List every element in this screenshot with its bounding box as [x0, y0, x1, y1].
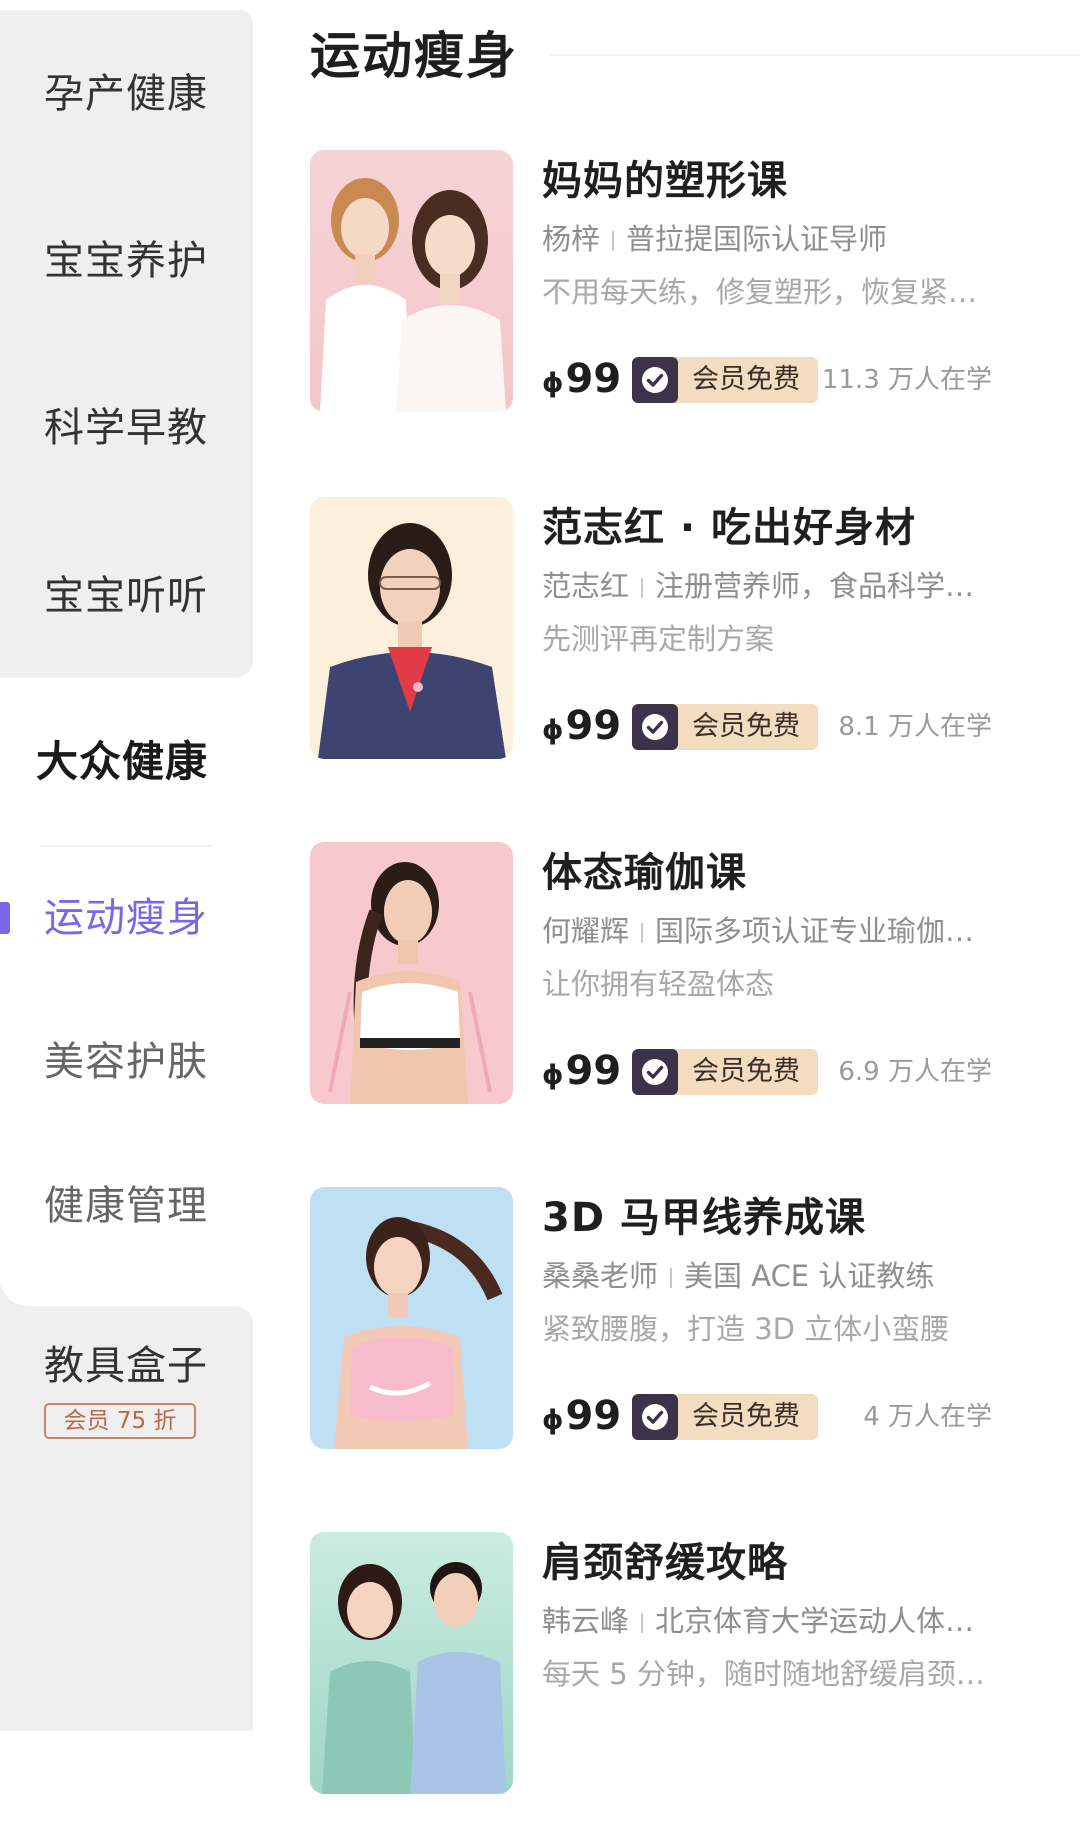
- check-badge-icon: [632, 1394, 678, 1440]
- page-title: 运动瘦身: [310, 27, 518, 85]
- price-value: 99: [565, 1048, 622, 1094]
- course-title: 妈妈的塑形课: [542, 158, 788, 204]
- course-credential: 北京体育大学运动人体…: [655, 1604, 975, 1638]
- course-price: ɸ99: [542, 1393, 621, 1444]
- sidebar-item-baby-care[interactable]: 宝宝养护: [44, 237, 208, 285]
- separator: [641, 923, 644, 943]
- course-thumbnail: [310, 1187, 513, 1449]
- course-teacher: 杨梓: [542, 222, 601, 256]
- course-thumbnail: [310, 1532, 513, 1794]
- course-teacher-line: 韩云峰 北京体育大学运动人体…: [542, 1602, 974, 1640]
- currency-symbol: ɸ: [542, 1060, 564, 1091]
- course-credential: 国际多项认证专业瑜伽…: [655, 914, 975, 948]
- member-free-tag: 会员免费: [632, 1049, 818, 1095]
- sidebar-active-group-bottom: [0, 1276, 253, 1306]
- course-credential: 普拉提国际认证导师: [626, 222, 888, 256]
- course-card[interactable]: 体态瑜伽课 何耀辉 国际多项认证专业瑜伽… 让你拥有轻盈体态 ɸ99 会员免费 6…: [310, 842, 1080, 1142]
- course-credential: 美国 ACE 认证教练: [684, 1259, 935, 1293]
- price-value: 99: [565, 1393, 622, 1439]
- category-sidebar: 孕产健康 宝宝养护 科学早教 宝宝听听 大众健康 运动瘦身 美容护肤 健康管理 …: [0, 0, 253, 1731]
- currency-symbol: ɸ: [542, 368, 564, 399]
- course-teacher-line: 范志红 注册营养师，食品科学…: [542, 567, 974, 605]
- learner-count: 6.9 万人在学: [838, 1057, 992, 1087]
- separator: [670, 1268, 673, 1288]
- member-free-label: 会员免费: [692, 711, 800, 742]
- course-teacher-line: 桑桑老师 美国 ACE 认证教练: [542, 1257, 934, 1295]
- sidebar-item-early-education[interactable]: 科学早教: [44, 404, 208, 452]
- member-free-label: 会员免费: [692, 364, 800, 395]
- course-description: 让你拥有轻盈体态: [542, 967, 775, 1001]
- check-badge-icon: [632, 357, 678, 403]
- active-indicator: [0, 902, 10, 934]
- sidebar-item-health-management[interactable]: 健康管理: [44, 1182, 208, 1230]
- currency-symbol: ɸ: [542, 715, 564, 746]
- member-free-tag: 会员免费: [632, 1394, 818, 1440]
- sidebar-section-public-health[interactable]: 大众健康: [36, 738, 208, 786]
- member-free-label: 会员免费: [692, 1401, 800, 1432]
- member-discount-badge: 会员 75 折: [44, 1403, 196, 1439]
- course-teacher-line: 何耀辉 国际多项认证专业瑜伽…: [542, 912, 974, 950]
- course-teacher-line: 杨梓 普拉提国际认证导师: [542, 220, 887, 258]
- sidebar-item-pregnancy-health[interactable]: 孕产健康: [44, 70, 208, 118]
- course-credential: 注册营养师，食品科学…: [655, 569, 975, 603]
- sidebar-item-fitness[interactable]: 运动瘦身: [44, 894, 208, 942]
- separator: [641, 1613, 644, 1633]
- learner-count: 11.3 万人在学: [821, 365, 992, 395]
- course-teacher: 范志红: [542, 569, 630, 603]
- course-teacher: 韩云峰: [542, 1604, 630, 1638]
- course-teacher: 桑桑老师: [542, 1259, 659, 1293]
- price-value: 99: [565, 703, 622, 749]
- course-title: 肩颈舒缓攻略: [542, 1540, 788, 1586]
- check-badge-icon: [632, 704, 678, 750]
- course-thumbnail: [310, 842, 513, 1104]
- member-free-tag: 会员免费: [632, 704, 818, 750]
- course-title: 3D 马甲线养成课: [542, 1195, 866, 1241]
- sidebar-item-baby-listen[interactable]: 宝宝听听: [44, 572, 208, 620]
- member-free-label: 会员免费: [692, 1056, 800, 1087]
- course-thumbnail: [310, 497, 513, 759]
- price-value: 99: [565, 356, 622, 402]
- course-teacher: 何耀辉: [542, 914, 630, 948]
- course-price: ɸ99: [542, 703, 621, 754]
- course-price: ɸ99: [542, 356, 621, 407]
- course-card[interactable]: 妈妈的塑形课 杨梓 普拉提国际认证导师 不用每天练，修复塑形，恢复紧… ɸ99 会…: [310, 150, 1080, 450]
- course-price: ɸ99: [542, 1048, 621, 1099]
- sidebar-item-beauty[interactable]: 美容护肤: [44, 1038, 208, 1086]
- course-description: 每天 5 分钟，随时随地舒缓肩颈…: [542, 1657, 985, 1691]
- currency-symbol: ɸ: [542, 1405, 564, 1436]
- course-card[interactable]: 范志红 · 吃出好身材 范志红 注册营养师，食品科学… 先测评再定制方案 ɸ99 …: [310, 497, 1080, 797]
- course-thumbnail: [310, 150, 513, 412]
- learner-count: 4 万人在学: [863, 1402, 992, 1432]
- title-divider: [550, 54, 1080, 56]
- course-card[interactable]: 3D 马甲线养成课 桑桑老师 美国 ACE 认证教练 紧致腰腹，打造 3D 立体小…: [310, 1187, 1080, 1487]
- separator: [641, 578, 644, 598]
- course-title: 范志红 · 吃出好身材: [542, 505, 917, 551]
- course-card[interactable]: 肩颈舒缓攻略 韩云峰 北京体育大学运动人体… 每天 5 分钟，随时随地舒缓肩颈…: [310, 1532, 1080, 1832]
- course-title: 体态瑜伽课: [542, 850, 747, 896]
- separator: [612, 231, 615, 251]
- course-description: 先测评再定制方案: [542, 622, 775, 656]
- course-description: 紧致腰腹，打造 3D 立体小蛮腰: [542, 1312, 950, 1346]
- sidebar-divider: [40, 845, 212, 847]
- learner-count: 8.1 万人在学: [838, 712, 992, 742]
- member-free-tag: 会员免费: [632, 357, 818, 403]
- sidebar-item-teaching-box[interactable]: 教具盒子: [44, 1342, 208, 1390]
- course-description: 不用每天练，修复塑形，恢复紧…: [542, 275, 978, 309]
- check-badge-icon: [632, 1049, 678, 1095]
